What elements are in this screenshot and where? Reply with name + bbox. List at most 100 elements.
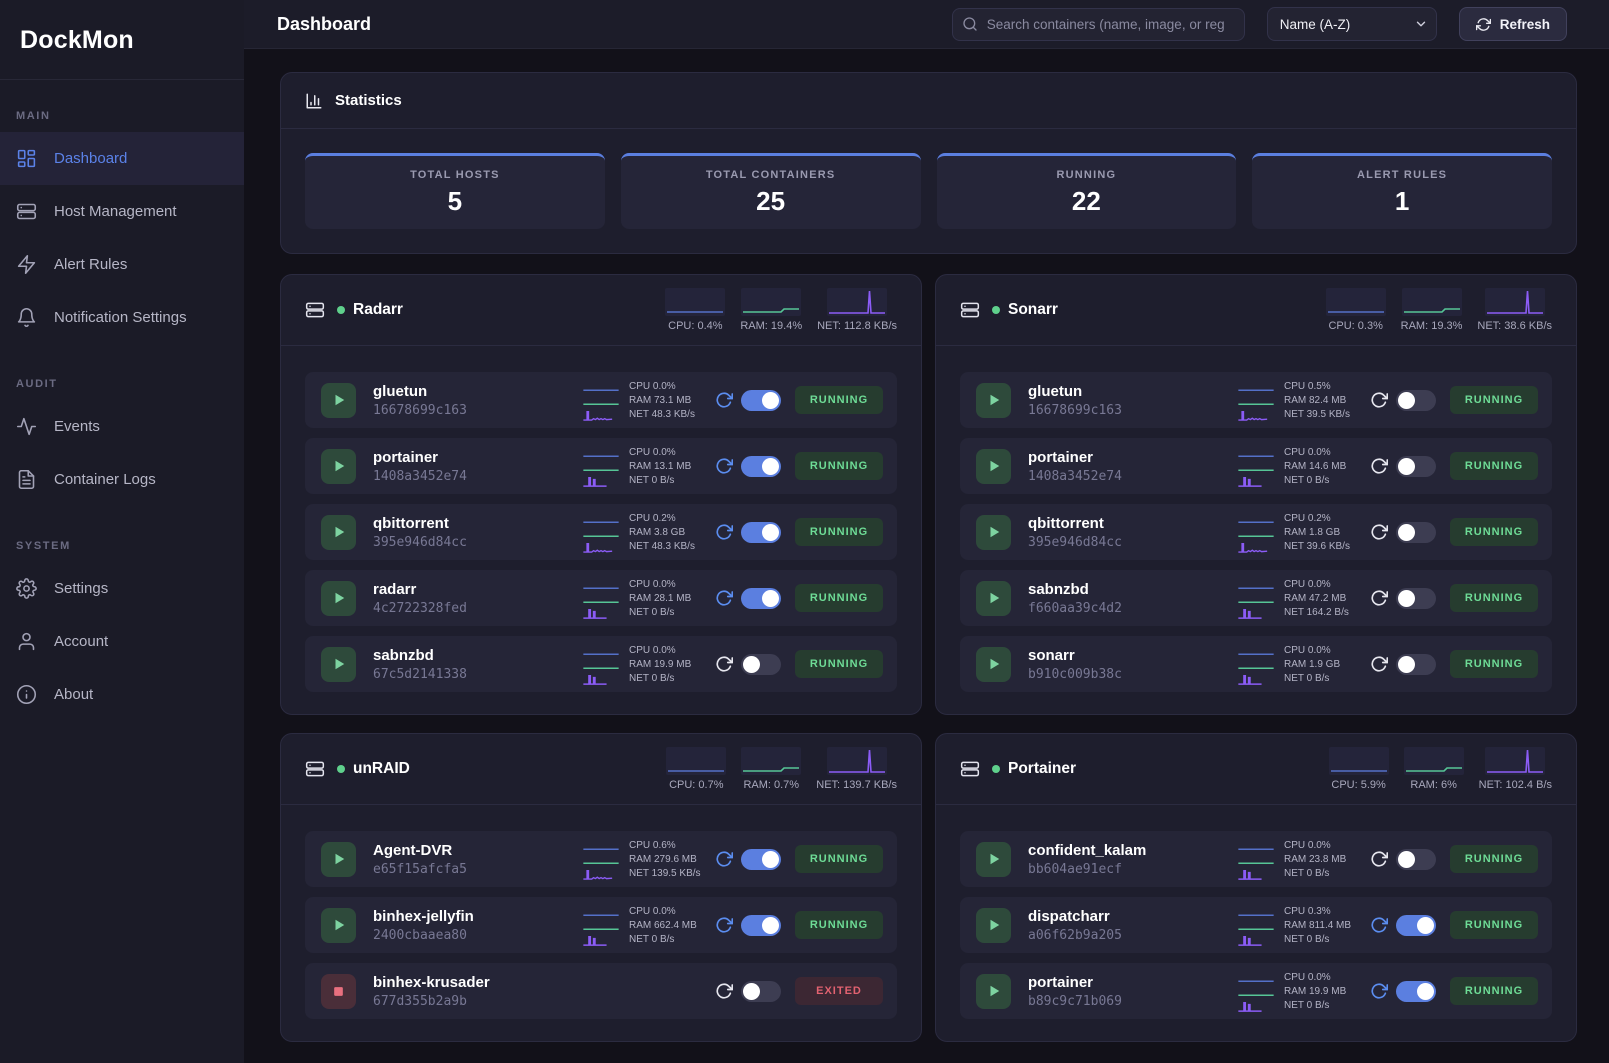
metric-ram-label: RAM 19.9 MB bbox=[1284, 986, 1360, 997]
sidebar-item-label: Settings bbox=[54, 580, 108, 597]
sidebar-item-host-management[interactable]: Host Management bbox=[0, 185, 244, 238]
container-name: radarr bbox=[373, 581, 467, 598]
metric-ram: RAM 13.1 MB bbox=[581, 460, 705, 473]
start-container-button[interactable] bbox=[976, 908, 1011, 943]
restart-container-button[interactable] bbox=[1370, 391, 1388, 409]
sort-select[interactable]: Name (A-Z) bbox=[1267, 7, 1437, 41]
sidebar-item-container-logs[interactable]: Container Logs bbox=[0, 453, 244, 506]
restart-container-button[interactable] bbox=[1370, 982, 1388, 1000]
container-row: portainerb89c9c71b069CPU 0.0%RAM 19.9 MB… bbox=[960, 963, 1552, 1019]
restart-container-button[interactable] bbox=[715, 457, 733, 475]
sidebar-item-notification-settings[interactable]: Notification Settings bbox=[0, 291, 244, 344]
dashboard-icon bbox=[16, 148, 37, 169]
net-sparkline bbox=[1236, 672, 1276, 685]
start-container-button[interactable] bbox=[321, 581, 356, 616]
play-icon bbox=[987, 918, 1001, 932]
restart-container-button[interactable] bbox=[715, 655, 733, 673]
auto-restart-toggle[interactable] bbox=[741, 915, 781, 936]
restart-icon bbox=[1370, 982, 1388, 1000]
auto-restart-toggle[interactable] bbox=[741, 849, 781, 870]
host-ram-label: RAM: 19.3% bbox=[1401, 320, 1463, 332]
start-container-button[interactable] bbox=[976, 974, 1011, 1009]
start-container-button[interactable] bbox=[321, 449, 356, 484]
auto-restart-toggle[interactable] bbox=[741, 390, 781, 411]
metric-cpu: CPU 0.0% bbox=[1236, 578, 1360, 591]
restart-container-button[interactable] bbox=[715, 982, 733, 1000]
metric-net-label: NET 48.3 KB/s bbox=[629, 541, 705, 552]
auto-restart-toggle[interactable] bbox=[741, 522, 781, 543]
net-sparkline bbox=[1236, 474, 1276, 487]
server-icon bbox=[305, 300, 325, 320]
auto-restart-toggle[interactable] bbox=[741, 456, 781, 477]
auto-restart-toggle[interactable] bbox=[1396, 915, 1436, 936]
toggle-knob bbox=[762, 851, 779, 868]
stat-value: 5 bbox=[448, 186, 462, 217]
ram-sparkline bbox=[1236, 919, 1276, 932]
auto-restart-toggle[interactable] bbox=[1396, 588, 1436, 609]
search-input[interactable] bbox=[952, 8, 1245, 41]
host-cpu-chart: CPU: 0.7% bbox=[666, 747, 726, 791]
metric-cpu: CPU 0.0% bbox=[1236, 839, 1360, 852]
host-cpu-chart: CPU: 0.3% bbox=[1326, 288, 1386, 332]
metric-ram: RAM 662.4 MB bbox=[581, 919, 705, 932]
restart-container-button[interactable] bbox=[715, 916, 733, 934]
auto-restart-toggle[interactable] bbox=[1396, 390, 1436, 411]
container-row: portainer1408a3452e74CPU 0.0%RAM 13.1 MB… bbox=[305, 438, 897, 494]
restart-container-button[interactable] bbox=[1370, 655, 1388, 673]
container-id: b89c9c71b069 bbox=[1028, 994, 1122, 1009]
row-controls: CPU 0.3%RAM 811.4 MBNET 0 B/sRUNNING bbox=[1236, 905, 1538, 946]
container-metrics: CPU 0.0%RAM 73.1 MBNET 48.3 KB/s bbox=[581, 380, 705, 421]
toggle-knob bbox=[762, 524, 779, 541]
sidebar-item-alert-rules[interactable]: Alert Rules bbox=[0, 238, 244, 291]
auto-restart-toggle[interactable] bbox=[1396, 522, 1436, 543]
start-container-button[interactable] bbox=[976, 842, 1011, 877]
container-info: portainerb89c9c71b069 bbox=[1028, 974, 1122, 1009]
start-container-button[interactable] bbox=[976, 383, 1011, 418]
auto-restart-toggle[interactable] bbox=[741, 654, 781, 675]
restart-container-button[interactable] bbox=[1370, 589, 1388, 607]
sidebar-item-account[interactable]: Account bbox=[0, 615, 244, 668]
start-container-button[interactable] bbox=[321, 515, 356, 550]
restart-container-button[interactable] bbox=[1370, 523, 1388, 541]
restart-container-button[interactable] bbox=[1370, 850, 1388, 868]
net-sparkline bbox=[1236, 606, 1276, 619]
refresh-button[interactable]: Refresh bbox=[1459, 7, 1567, 41]
auto-restart-toggle[interactable] bbox=[1396, 654, 1436, 675]
start-container-button[interactable] bbox=[321, 908, 356, 943]
play-icon bbox=[987, 852, 1001, 866]
metric-net-label: NET 0 B/s bbox=[629, 607, 705, 618]
auto-restart-toggle[interactable] bbox=[1396, 981, 1436, 1002]
sidebar-item-about[interactable]: About bbox=[0, 668, 244, 721]
restart-container-button[interactable] bbox=[715, 391, 733, 409]
restart-container-button[interactable] bbox=[1370, 457, 1388, 475]
restart-icon bbox=[1370, 457, 1388, 475]
auto-restart-toggle[interactable] bbox=[1396, 456, 1436, 477]
auto-restart-toggle[interactable] bbox=[1396, 849, 1436, 870]
start-container-button[interactable] bbox=[321, 383, 356, 418]
restart-container-button[interactable] bbox=[715, 850, 733, 868]
restart-container-button[interactable] bbox=[1370, 916, 1388, 934]
sidebar-item-events[interactable]: Events bbox=[0, 400, 244, 453]
auto-restart-toggle[interactable] bbox=[741, 588, 781, 609]
sidebar-item-dashboard[interactable]: Dashboard bbox=[0, 132, 244, 185]
start-container-button[interactable] bbox=[976, 581, 1011, 616]
host-cpu-chart: CPU: 0.4% bbox=[665, 288, 725, 332]
container-row: radarr4c2722328fedCPU 0.0%RAM 28.1 MBNET… bbox=[305, 570, 897, 626]
metric-cpu: CPU 0.0% bbox=[581, 578, 705, 591]
auto-restart-toggle[interactable] bbox=[741, 981, 781, 1002]
restart-container-button[interactable] bbox=[715, 523, 733, 541]
stop-container-button[interactable] bbox=[321, 974, 356, 1009]
metric-ram: RAM 28.1 MB bbox=[581, 592, 705, 605]
start-container-button[interactable] bbox=[321, 647, 356, 682]
start-container-button[interactable] bbox=[976, 647, 1011, 682]
host-net-label: NET: 38.6 KB/s bbox=[1477, 320, 1552, 332]
cpu-sparkline bbox=[1236, 644, 1276, 657]
start-container-button[interactable] bbox=[976, 449, 1011, 484]
play-icon bbox=[987, 984, 1001, 998]
start-container-button[interactable] bbox=[321, 842, 356, 877]
start-container-button[interactable] bbox=[976, 515, 1011, 550]
restart-container-button[interactable] bbox=[715, 589, 733, 607]
container-name: Agent-DVR bbox=[373, 842, 467, 859]
container-row: gluetun16678699c163CPU 0.0%RAM 73.1 MBNE… bbox=[305, 372, 897, 428]
sidebar-item-settings[interactable]: Settings bbox=[0, 562, 244, 615]
